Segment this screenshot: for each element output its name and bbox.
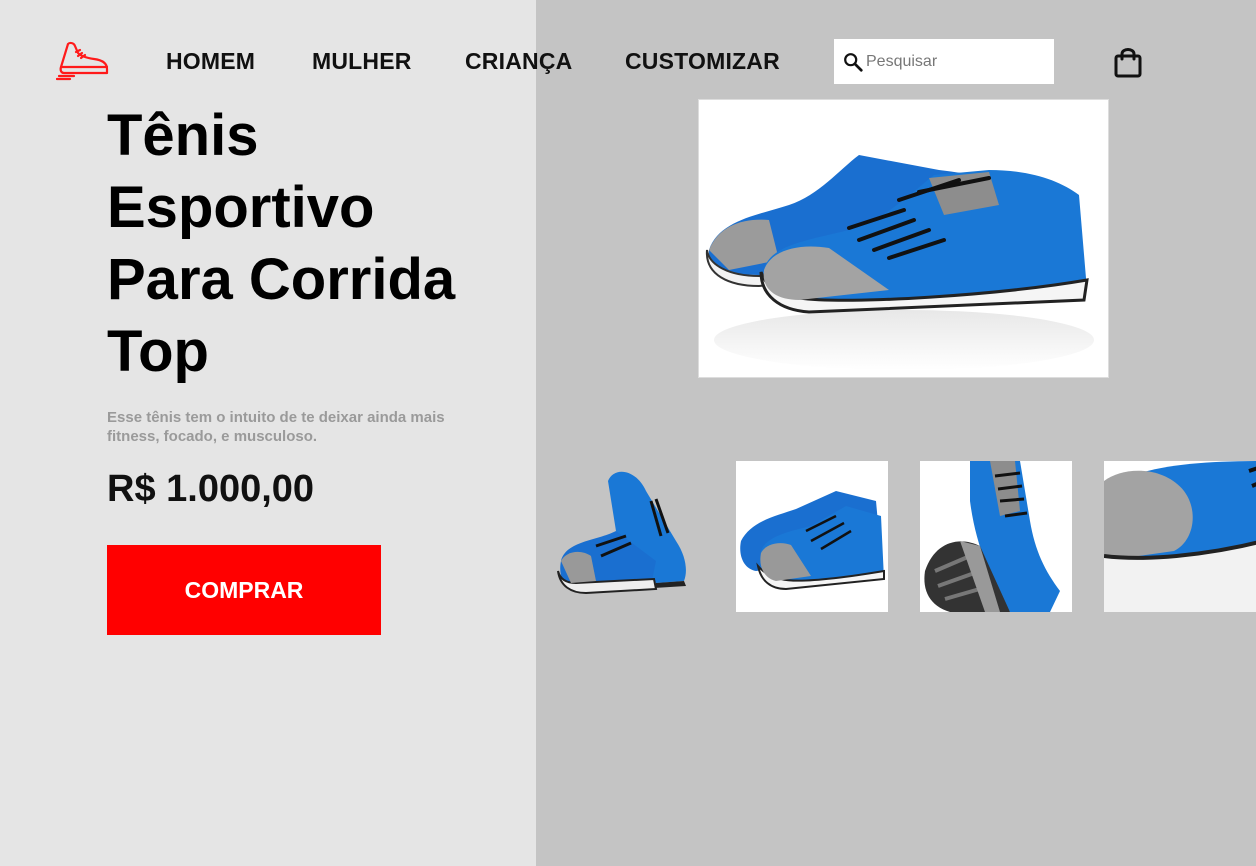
product-thumbnail-2[interactable] <box>736 461 888 612</box>
running-shoe-icon <box>55 41 109 81</box>
shopping-bag-icon <box>1114 48 1142 78</box>
nav-item-homem[interactable]: HOMEM <box>166 48 255 75</box>
product-description: Esse tênis tem o intuito de te deixar ai… <box>107 409 445 445</box>
brand-logo[interactable] <box>55 40 110 82</box>
product-thumbnail-3[interactable] <box>920 461 1072 612</box>
product-title: Tênis Esportivo Para Corrida Top <box>107 103 456 384</box>
product-main-image <box>698 99 1109 378</box>
product-thumbnail-4[interactable] <box>1104 461 1256 612</box>
search-box <box>834 39 1054 84</box>
search-icon[interactable] <box>842 51 864 73</box>
nav-item-crianca[interactable]: CRIANÇA <box>465 48 572 75</box>
buy-button[interactable]: COMPRAR <box>107 545 381 635</box>
nav-item-mulher[interactable]: MULHER <box>312 48 412 75</box>
cart-button[interactable] <box>1112 45 1144 79</box>
product-price: R$ 1.000,00 <box>107 468 315 510</box>
product-thumbnail-1[interactable] <box>556 461 708 612</box>
search-input[interactable] <box>866 52 1046 71</box>
nav-item-customizar[interactable]: CUSTOMIZAR <box>625 48 780 75</box>
